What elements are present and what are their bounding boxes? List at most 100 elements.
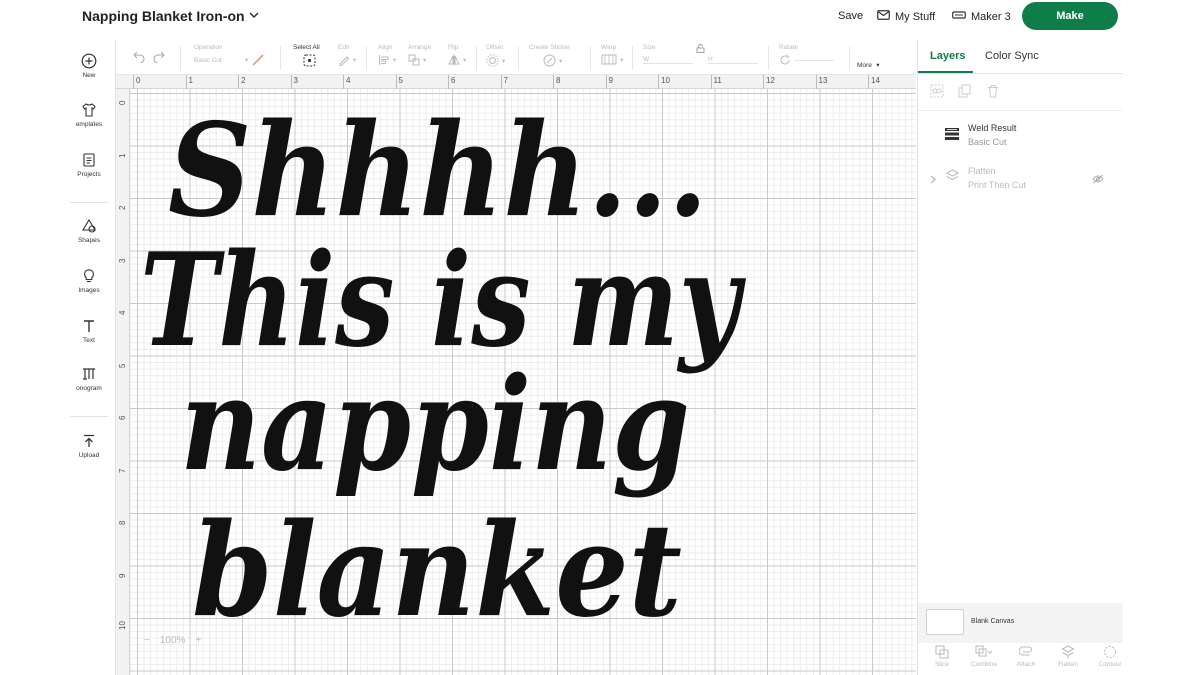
lock-icon[interactable] (696, 44, 705, 55)
ruler-tick-mark (553, 75, 554, 89)
layer-name: Weld Result (968, 123, 1017, 133)
project-title: Napping Blanket Iron-on (82, 8, 245, 24)
sidebar-item-upload[interactable]: Upload (62, 433, 116, 459)
height-field-label: H (708, 55, 713, 63)
rotate-label: Rotate (779, 44, 799, 51)
ruler-tick-mark (290, 75, 292, 89)
my-stuff-label: My Stuff (895, 10, 936, 23)
ruler-tick-label: 6 (118, 415, 127, 420)
ruler-left: 0 1 2 3 4 5 6 7 8 9 10 (116, 89, 130, 675)
chevron-down-icon: ▾ (876, 62, 880, 69)
sidebar-item-projects[interactable]: Projects (62, 152, 116, 178)
more-label: More (857, 62, 872, 69)
arrange-menu[interactable]: Arrange ▾ (408, 44, 431, 72)
operation-control[interactable]: Operation Basic Cut ▾ (194, 44, 265, 72)
machine-select[interactable]: Maker 3 (952, 10, 1011, 23)
undo-redo-icon[interactable] (130, 51, 168, 64)
ruler-tick-mark (815, 75, 817, 89)
create-sticker-button[interactable]: Create Sticker ▾ (529, 44, 570, 72)
flip-menu[interactable]: Flip ▾ (448, 44, 466, 72)
sidebar-item-label: Text (83, 337, 95, 344)
zoom-control: − 100% + (144, 635, 201, 646)
operation-value: Basic Cut (194, 56, 222, 64)
ruler-tick-label: 10 (661, 76, 670, 85)
rotate-control[interactable]: Rotate (779, 44, 834, 72)
canvas-color-swatch[interactable] (926, 609, 964, 635)
ruler-tick-mark (658, 75, 659, 89)
slice-button[interactable]: Slice (922, 645, 962, 668)
edit-toolbar: Operation Basic Cut ▾ Select All Edit ▾ … (116, 40, 916, 75)
flatten-button[interactable]: Flatten (1048, 645, 1088, 668)
shirt-icon (82, 103, 96, 117)
warp-menu[interactable]: Warp ▾ (601, 44, 623, 72)
toolbar-divider (590, 46, 591, 70)
ruler-tick-mark (763, 75, 764, 89)
arrange-label: Arrange (408, 44, 432, 51)
sidebar-divider (70, 202, 108, 203)
eye-hidden-icon[interactable] (1092, 171, 1104, 189)
blank-canvas-label: Blank Canvas (971, 618, 1015, 625)
duplicate-icon[interactable] (958, 84, 972, 98)
sidebar-item-new[interactable]: New (62, 53, 116, 79)
sidebar-item-monogram[interactable]: onogram (62, 366, 116, 392)
tab-color-sync[interactable]: Color Sync (985, 50, 1039, 62)
offset-button[interactable]: Offset ▾ (486, 44, 505, 72)
offset-icon (486, 54, 499, 67)
my-stuff-button[interactable]: My Stuff (877, 10, 935, 23)
page-margin (1123, 40, 1200, 675)
slice-label: Slice (934, 661, 950, 668)
ruler-tick-label: 4 (118, 310, 127, 315)
layer-item-weld-result[interactable]: Weld Result Basic Cut (918, 117, 1124, 155)
ruler-tick-label: 5 (118, 363, 127, 368)
ruler-tick-label: 6 (451, 76, 456, 85)
pencil-icon (339, 56, 350, 66)
combine-icon (975, 645, 993, 657)
make-button[interactable]: Make (1022, 2, 1118, 30)
layer-item-flatten[interactable]: Flatten Print Then Cut (918, 160, 1124, 198)
project-title-dropdown[interactable]: Napping Blanket Iron-on (82, 8, 259, 24)
select-all-button[interactable]: Select All (293, 44, 320, 72)
combine-button[interactable]: Combine (964, 645, 1004, 668)
ruler-tick-label: 8 (118, 520, 127, 525)
design-line[interactable]: napping (180, 350, 690, 500)
ruler-tick-label: 7 (503, 76, 508, 85)
sidebar-item-images[interactable]: Images (62, 268, 116, 294)
sidebar-item-shapes[interactable]: Shapes (62, 218, 116, 244)
zoom-level: 100% (159, 635, 186, 646)
trash-icon[interactable] (986, 84, 1000, 98)
zoom-out-button[interactable]: − (144, 635, 150, 646)
align-menu[interactable]: Align ▾ (378, 44, 396, 72)
design-layer[interactable]: Shhhh... This is my napping blanket (130, 89, 916, 675)
height-field[interactable]: H (708, 56, 758, 64)
chevron-down-icon: ▾ (620, 56, 624, 64)
warp-icon (601, 54, 617, 65)
ruler-tick-label: 7 (118, 468, 127, 473)
flatten-icon (1061, 645, 1075, 659)
group-icon[interactable] (930, 84, 944, 98)
zoom-in-button[interactable]: + (195, 635, 201, 646)
tab-layers[interactable]: Layers (930, 50, 965, 62)
design-canvas[interactable]: Shhhh... This is my napping blanket − 10… (130, 89, 916, 675)
edit-label: Edit (338, 44, 350, 51)
top-bar: Napping Blanket Iron-on Save My Stuff Ma… (0, 0, 1200, 36)
chevron-right-icon[interactable] (930, 171, 936, 189)
align-icon (379, 55, 389, 65)
attach-button[interactable]: Attach (1006, 645, 1046, 668)
sidebar-item-text[interactable]: Text (62, 318, 116, 344)
design-line[interactable]: blanket (192, 496, 682, 646)
select-all-label: Select All (293, 44, 320, 51)
chevron-down-icon: ▾ (245, 57, 249, 64)
attach-label: Attach (1016, 661, 1036, 668)
blank-canvas-item[interactable]: Blank Canvas (918, 603, 1124, 643)
ruler-tick-label: 0 (118, 100, 127, 105)
save-button[interactable]: Save (838, 10, 863, 22)
toolbar-divider (768, 46, 769, 70)
sidebar-item-label: Projects (77, 171, 101, 178)
layer-operation: Basic Cut (968, 137, 1007, 147)
size-control: Size W H (643, 44, 758, 72)
layer-operation: Print Then Cut (968, 180, 1026, 190)
edit-menu[interactable]: Edit ▾ (338, 44, 356, 72)
sidebar-item-templates[interactable]: emplates (62, 102, 116, 128)
width-field[interactable]: W (643, 56, 693, 64)
design-line[interactable]: Shhhh... (168, 96, 708, 246)
